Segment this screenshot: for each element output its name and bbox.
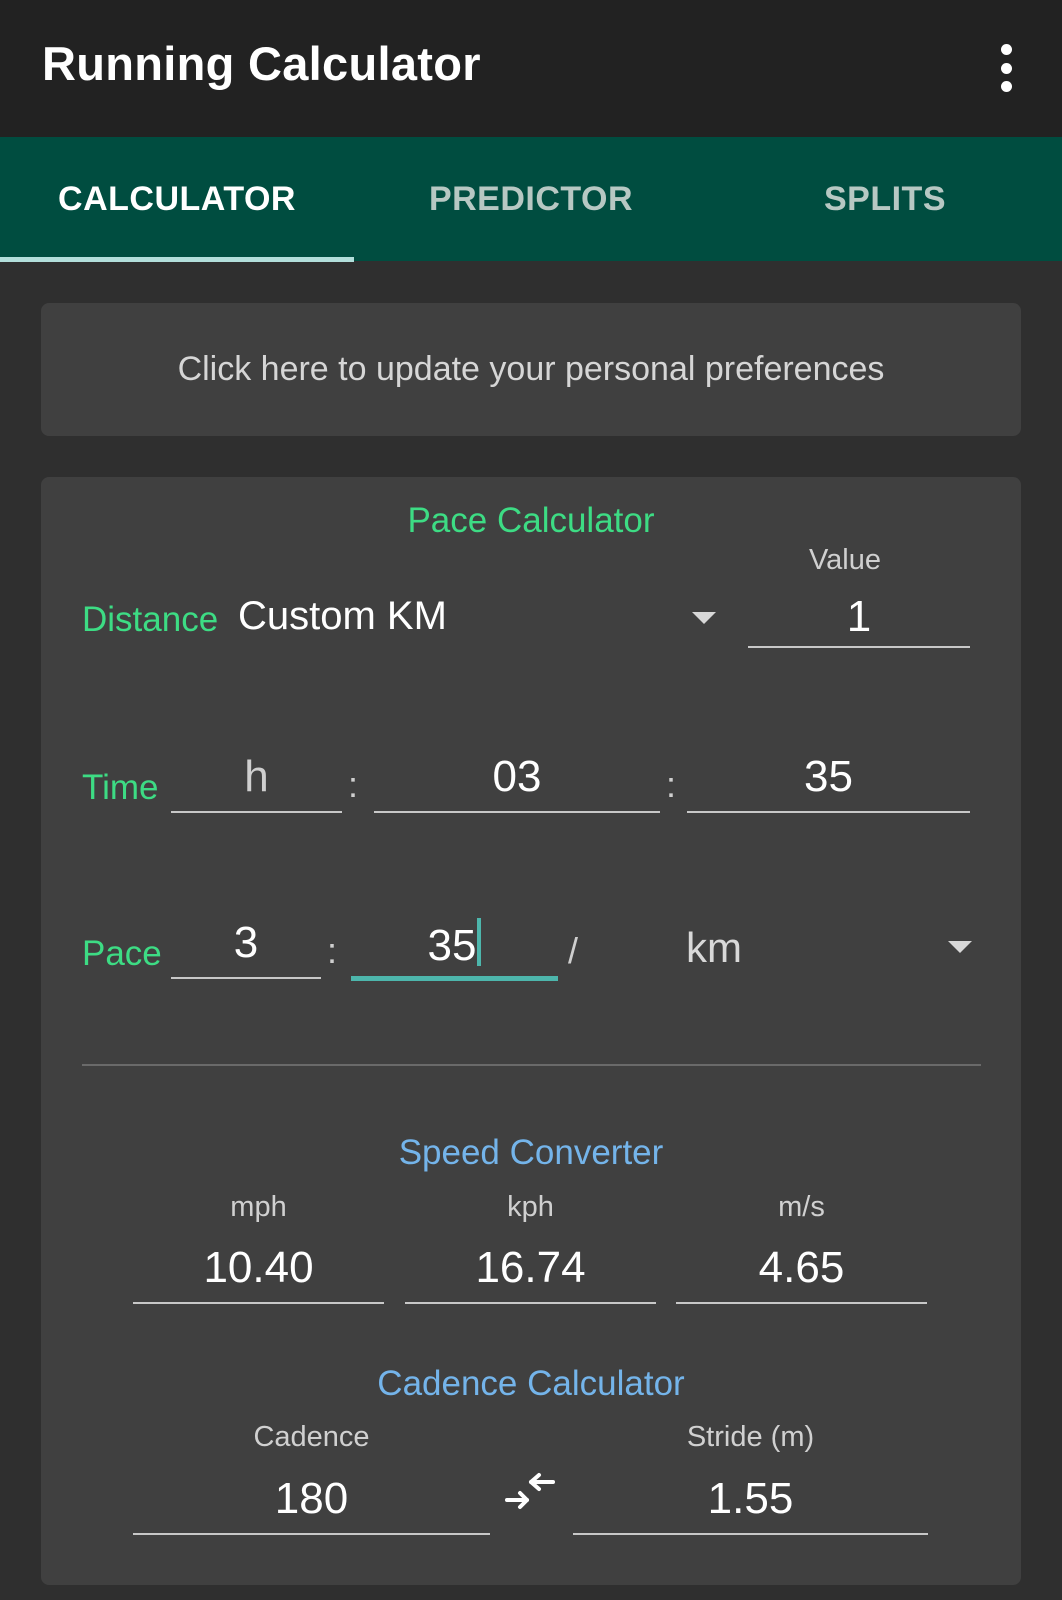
cadence-input[interactable]: 180: [133, 1474, 490, 1535]
pace-slash: /: [568, 930, 579, 971]
time-separator: :: [666, 764, 677, 805]
swap-arrows-icon[interactable]: [501, 1470, 561, 1514]
chevron-down-icon: [948, 941, 972, 953]
app-title: Running Calculator: [42, 37, 481, 90]
kph-input[interactable]: 16.74: [405, 1243, 656, 1304]
calculator-card: Pace Calculator Value Distance Custom KM…: [41, 477, 1021, 1585]
text-cursor: [477, 918, 482, 966]
pace-unit-value: km: [686, 924, 742, 971]
chevron-down-icon: [692, 612, 716, 624]
time-hours-input[interactable]: h: [171, 752, 342, 813]
active-tab-indicator: [0, 257, 354, 262]
kph-label: kph: [507, 1191, 554, 1223]
pace-calculator-title: Pace Calculator: [407, 501, 655, 540]
distance-value-label: Value: [808, 544, 882, 576]
mph-label: mph: [230, 1191, 287, 1223]
time-minutes-input[interactable]: 03: [374, 752, 660, 813]
pace-minutes-input[interactable]: 3: [171, 918, 321, 979]
speed-converter-title: Speed Converter: [398, 1133, 664, 1172]
stride-input[interactable]: 1.55: [573, 1474, 928, 1535]
cadence-label: Cadence: [253, 1421, 370, 1453]
tab-predictor[interactable]: PREDICTOR: [354, 137, 708, 261]
pace-seconds-input[interactable]: 35: [351, 918, 558, 981]
pace-separator: :: [327, 930, 338, 971]
preferences-banner[interactable]: Click here to update your personal prefe…: [41, 303, 1021, 436]
mph-input[interactable]: 10.40: [133, 1243, 384, 1304]
time-label: Time: [82, 768, 159, 807]
time-separator: :: [348, 764, 359, 805]
app-bar: Running Calculator: [0, 0, 1062, 137]
tab-calculator[interactable]: CALCULATOR: [0, 137, 354, 261]
tab-splits[interactable]: SPLITS: [708, 137, 1062, 261]
section-divider: [82, 1064, 981, 1066]
distance-select[interactable]: Custom KM: [238, 594, 734, 650]
time-seconds-input[interactable]: 35: [687, 752, 970, 813]
more-options-icon[interactable]: [990, 44, 1022, 92]
distance-value-input[interactable]: 1: [748, 592, 970, 648]
cadence-calculator-title: Cadence Calculator: [377, 1364, 685, 1403]
distance-select-value: Custom KM: [238, 594, 447, 638]
ms-label: m/s: [778, 1191, 825, 1223]
preferences-banner-text: Click here to update your personal prefe…: [177, 350, 885, 388]
pace-unit-select[interactable]: km: [686, 918, 978, 978]
ms-input[interactable]: 4.65: [676, 1243, 927, 1304]
distance-label: Distance: [82, 600, 219, 639]
pace-seconds-value: 35: [427, 921, 477, 970]
pace-label: Pace: [82, 934, 162, 973]
stride-label: Stride (m): [686, 1421, 815, 1453]
tab-bar: CALCULATOR PREDICTOR SPLITS: [0, 137, 1062, 261]
